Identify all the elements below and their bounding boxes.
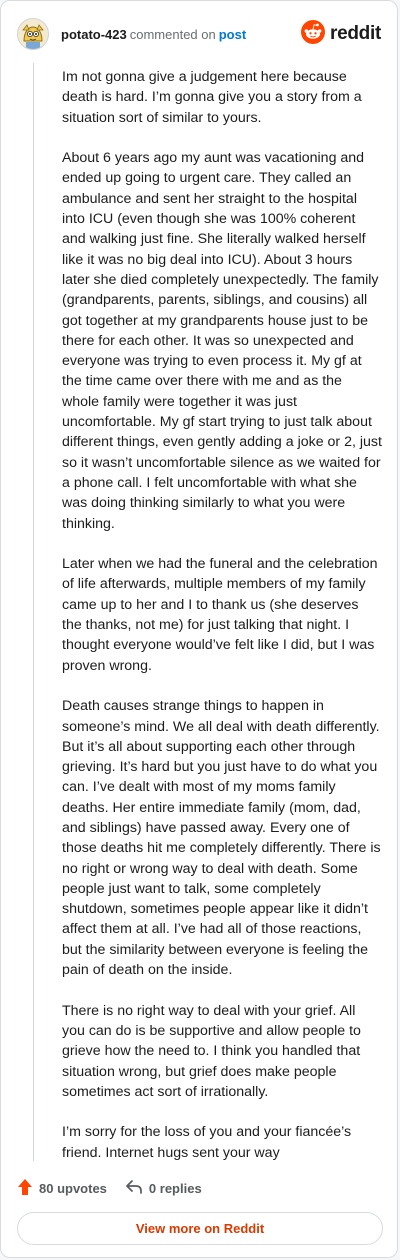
comment-header: potato-423 commented on post reddit [17, 17, 381, 51]
commented-on-text: commented on [129, 26, 216, 42]
reddit-brand-link[interactable]: reddit [301, 19, 381, 49]
upvote-arrow-icon [17, 1178, 33, 1199]
reddit-wordmark: reddit [330, 23, 381, 44]
comment-embed-card: potato-423 commented on post reddit Im n… [0, 0, 398, 1258]
username-link[interactable]: potato-423 [61, 27, 127, 42]
replies-button[interactable]: 0 replies [125, 1179, 202, 1198]
thread-line [33, 63, 34, 1161]
avatar-icon[interactable] [17, 18, 49, 50]
comment-paragraph: Death causes strange things to happen in… [62, 698, 381, 979]
comment-paragraph: Im not gonna give a judgement here becau… [62, 69, 362, 126]
upvote-count: 80 upvotes [39, 1180, 107, 1196]
comment-actions: 80 upvotes 0 replies [17, 1175, 202, 1201]
view-more-on-reddit-button[interactable]: View more on Reddit [17, 1212, 383, 1245]
reply-icon [125, 1179, 143, 1198]
comment-body: Im not gonna give a judgement here becau… [62, 67, 382, 1183]
reply-count: 0 replies [148, 1180, 202, 1196]
comment-paragraph: Later when we had the funeral and the ce… [62, 556, 378, 674]
comment-paragraph: There is no right way to deal with your … [62, 1002, 361, 1100]
upvote-button[interactable]: 80 upvotes [17, 1178, 107, 1199]
byline: potato-423 commented on post [61, 27, 301, 42]
post-link[interactable]: post [219, 27, 246, 42]
comment-paragraph: About 6 years ago my aunt was vacationin… [62, 150, 382, 532]
reddit-logo-icon [301, 19, 326, 49]
comment-paragraph: I’m sorry for the loss of you and your f… [62, 1124, 352, 1161]
